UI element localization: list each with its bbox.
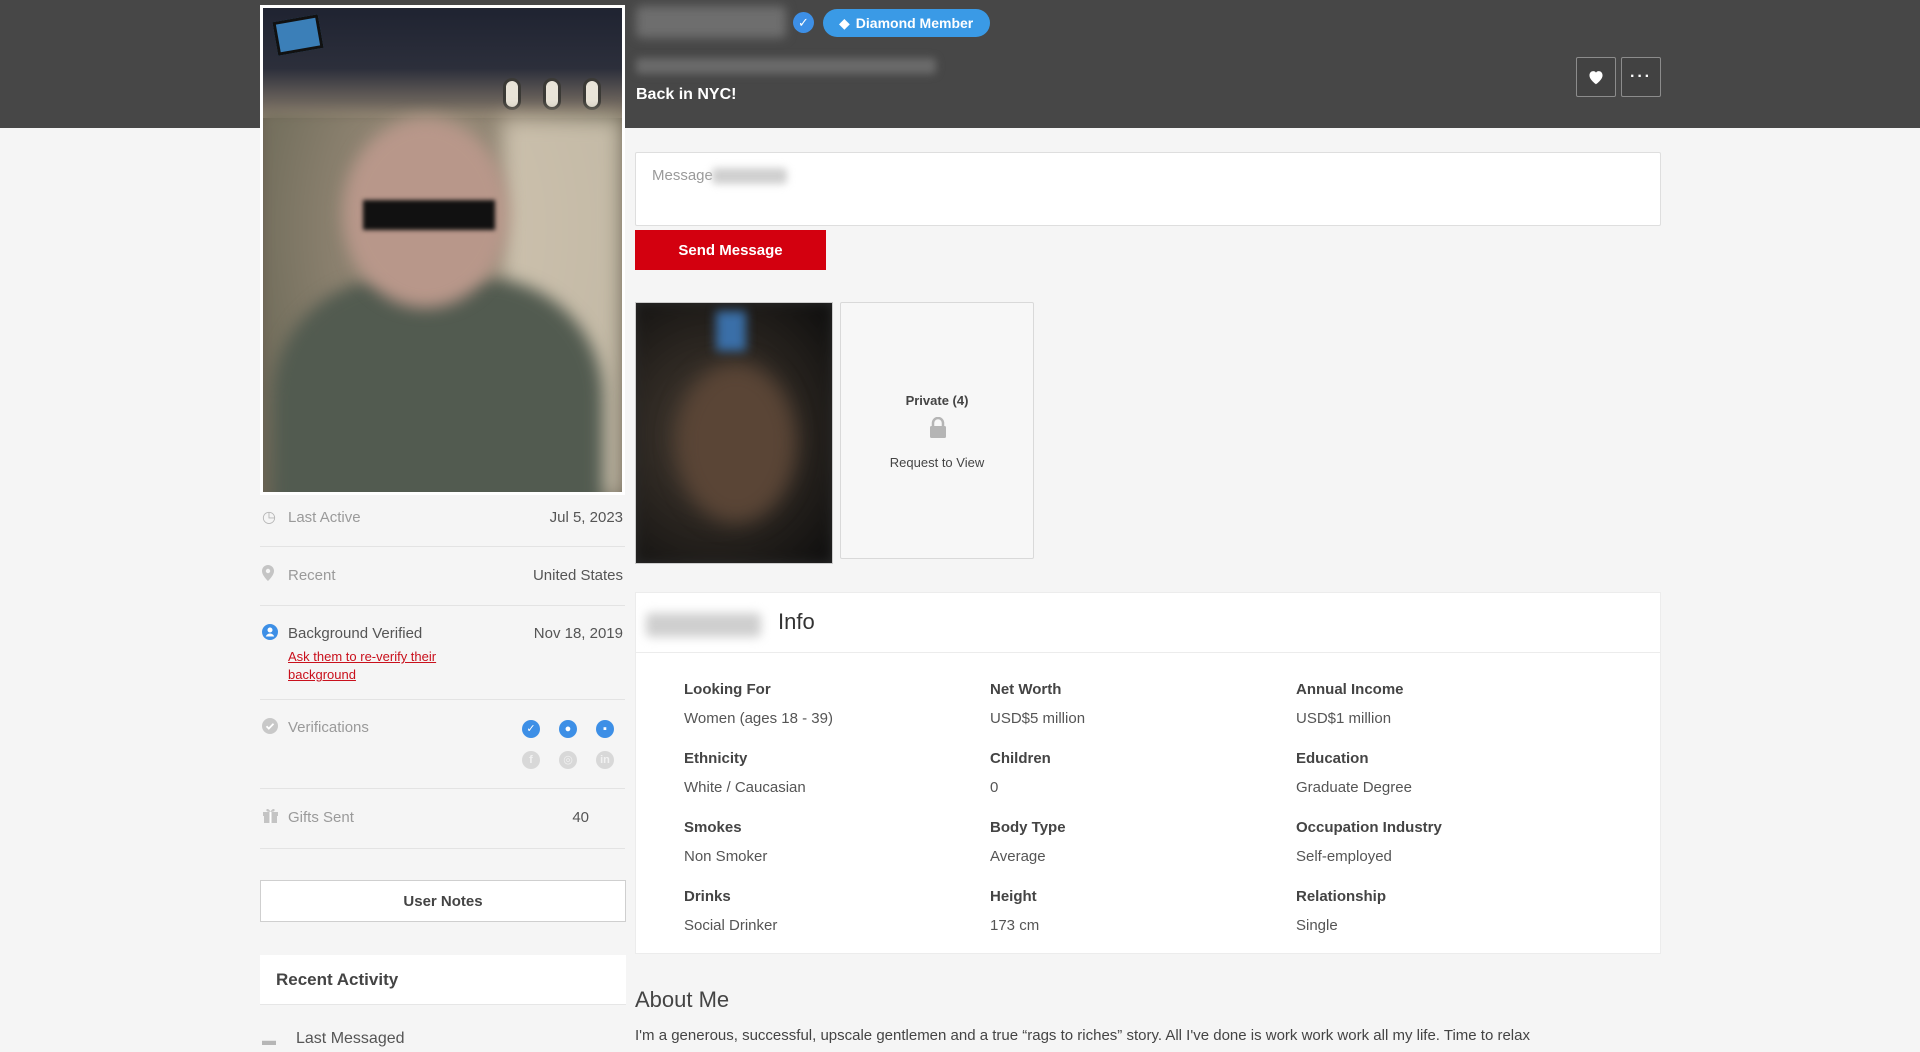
stat-verifications: Verifications ✓ ● ▪ f ◎ in [260, 700, 625, 789]
info-value: 173 cm [990, 917, 1040, 934]
info-item: Children 0 [990, 750, 1270, 796]
lock-icon [930, 417, 946, 438]
info-title: Info [778, 609, 815, 634]
message-input[interactable] [636, 153, 1660, 225]
info-value: White / Caucasian [684, 779, 806, 796]
info-label: Height [990, 888, 1037, 905]
info-value: USD$5 million [990, 710, 1086, 727]
photo-verified-icon: ✓ [522, 720, 540, 738]
reverify-link[interactable]: Ask them to re-verify their background [288, 648, 478, 684]
facebook-icon: f [522, 751, 540, 769]
info-label: Education [1296, 750, 1369, 767]
info-value: USD$1 million [1296, 710, 1392, 727]
username-redacted [636, 6, 786, 38]
message-box[interactable] [635, 152, 1661, 226]
info-value: Non Smoker [684, 848, 768, 865]
info-item: Annual Income USD$1 million [1296, 681, 1576, 727]
private-photos-label: Private (4) [905, 393, 969, 408]
favorite-button[interactable] [1576, 57, 1616, 97]
info-card-header: Info [636, 593, 1660, 653]
info-item: Drinks Social Drinker [684, 888, 964, 934]
stat-last-active: ◷ Last Active Jul 5, 2023 [260, 495, 625, 547]
info-item: Ethnicity White / Caucasian [684, 750, 964, 796]
stat-value: United States [532, 567, 623, 584]
profile-main-photo[interactable] [260, 5, 625, 495]
info-item: Smokes Non Smoker [684, 819, 964, 865]
member-badge-label: Diamond Member [855, 15, 974, 31]
check-circle-icon [262, 718, 278, 739]
message-recipient-redacted [712, 168, 787, 184]
stat-label: Last Active [288, 509, 361, 526]
recent-activity-heading: Recent Activity [260, 955, 626, 1005]
send-message-button[interactable]: Send Message [635, 230, 826, 270]
last-messaged-label: Last Messaged [296, 1030, 405, 1047]
clock-icon: ◷ [262, 509, 276, 526]
profile-stats: ◷ Last Active Jul 5, 2023 Recent United … [260, 495, 625, 849]
heart-icon [1589, 71, 1603, 85]
stat-label: Background Verified [288, 625, 423, 642]
stat-label: Recent [288, 567, 336, 584]
social-verified-icon: ▪ [596, 720, 614, 738]
info-label: Ethnicity [684, 750, 748, 767]
info-label: Body Type [990, 819, 1066, 836]
info-item: Net Worth USD$5 million [990, 681, 1270, 727]
info-value: Single [1296, 917, 1338, 934]
chat-icon: ▬ [262, 1032, 276, 1048]
request-to-view-link[interactable]: Request to View [841, 455, 1033, 470]
info-item: Height 173 cm [990, 888, 1270, 934]
about-me-text: I'm a generous, successful, upscale gent… [635, 1027, 1530, 1044]
diamond-icon: ◆ [839, 15, 850, 31]
gift-icon [262, 807, 279, 828]
stat-background-verified: Background Verified Nov 18, 2019 Ask the… [260, 606, 625, 700]
info-item: Looking For Women (ages 18 - 39) [684, 681, 964, 727]
info-item: Occupation Industry Self-employed [1296, 819, 1576, 865]
info-item: Relationship Single [1296, 888, 1576, 934]
stat-value: 40 [572, 809, 589, 826]
linkedin-icon: in [596, 751, 614, 769]
user-notes-button[interactable]: User Notes [260, 880, 626, 922]
id-verified-icon: ● [559, 720, 577, 738]
info-value: Graduate Degree [1296, 779, 1412, 796]
info-label: Looking For [684, 681, 771, 698]
more-options-button[interactable]: ··· [1621, 57, 1661, 97]
info-label: Net Worth [990, 681, 1062, 698]
diamond-member-badge: ◆ Diamond Member [823, 9, 991, 37]
instagram-icon: ◎ [559, 751, 577, 769]
public-photo-thumbnail[interactable] [635, 302, 833, 564]
check-badge-icon: ✓ [793, 12, 814, 33]
user-check-icon [262, 624, 278, 645]
info-label: Children [990, 750, 1051, 767]
info-value: Women (ages 18 - 39) [684, 710, 833, 727]
stat-label: Gifts Sent [288, 809, 354, 826]
info-label: Relationship [1296, 888, 1387, 905]
info-card: Info Looking For Women (ages 18 - 39) Net… [635, 592, 1661, 954]
username-redacted [646, 613, 761, 637]
stat-gifts-sent: Gifts Sent 40 [260, 789, 625, 849]
info-label: Annual Income [1296, 681, 1404, 698]
profile-headline: Back in NYC! [636, 86, 737, 103]
pin-icon [262, 565, 274, 586]
info-value: Average [990, 848, 1046, 865]
ellipsis-icon: ··· [1630, 68, 1652, 85]
info-value: Self-employed [1296, 848, 1392, 865]
info-item: Education Graduate Degree [1296, 750, 1576, 796]
info-label: Drinks [684, 888, 731, 905]
info-item: Body Type Average [990, 819, 1270, 865]
info-label: Occupation Industry [1296, 819, 1442, 836]
stat-label: Verifications [288, 719, 369, 736]
private-photos-card[interactable]: Private (4) Request to View [840, 302, 1034, 559]
stat-value: Jul 5, 2023 [549, 509, 623, 526]
profile-subline-redacted [636, 58, 936, 74]
info-value: Social Drinker [684, 917, 778, 934]
stat-value: Nov 18, 2019 [533, 625, 623, 642]
stat-recent-location: Recent United States [260, 547, 625, 606]
info-label: Smokes [684, 819, 742, 836]
info-value: 0 [990, 779, 999, 796]
about-me-heading: About Me [635, 987, 730, 1012]
